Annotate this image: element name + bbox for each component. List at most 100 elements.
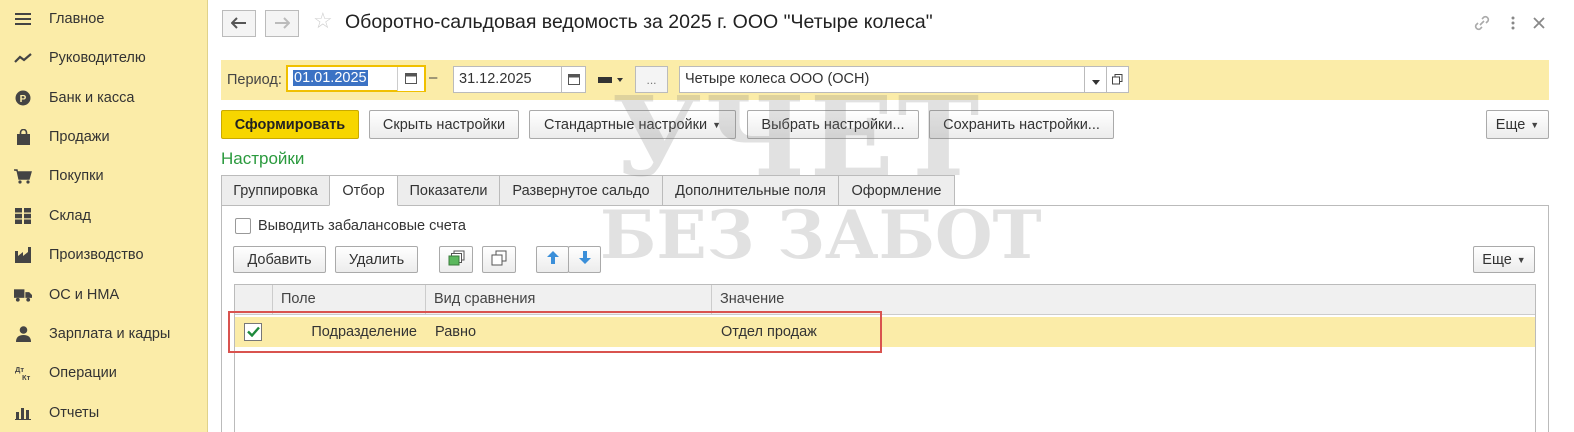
group-button[interactable] [439,246,473,273]
save-settings-label: Сохранить настройки... [943,116,1100,133]
open-window-icon [1112,72,1123,88]
arrow-down-icon [578,251,591,268]
svg-text:Р: Р [20,94,27,105]
column-header-value[interactable]: Значение [711,285,1535,315]
sidebar-item-bank[interactable]: Р Банк и касса [0,80,207,116]
calendar-icon [567,72,580,88]
sidebar-item-label: Продажи [49,129,110,145]
hide-settings-label: Скрыть настройки [382,116,506,133]
arrow-right-icon [274,16,291,32]
column-header-comparison[interactable]: Вид сравнения [425,285,711,315]
sidebar-item-label: Операции [49,365,117,381]
sidebar-item-fixed-assets[interactable]: ОС и НМА [0,277,207,313]
standard-settings-button[interactable]: Стандартные настройки ▼ [529,110,736,139]
tab-label: Группировка [233,182,318,199]
settings-title: Настройки [221,149,305,168]
period-type-dropdown[interactable] [591,66,631,93]
choose-settings-button[interactable]: Выбрать настройки... [747,110,919,139]
sidebar-item-payroll[interactable]: Зарплата и кадры [0,316,207,352]
more-label: Еще [1495,116,1526,133]
tab-filter[interactable]: Отбор [329,175,398,206]
sidebar-item-label: Главное [49,11,105,27]
organization-open-button[interactable] [1106,66,1129,93]
copy-button[interactable] [482,246,516,273]
favorite-star-icon[interactable]: ☆ [313,8,333,34]
tab-label: Дополнительные поля [675,182,826,199]
shopping-bag-icon [14,128,32,146]
sidebar-item-operations[interactable]: Дт Кт Операции [0,355,207,391]
period-select-button[interactable]: ... [635,66,668,93]
sidebar-item-production[interactable]: Производство [0,237,207,273]
more-vertical-icon[interactable] [1502,12,1524,34]
sidebar-item-sales[interactable]: Продажи [0,119,207,155]
sidebar-item-purchases[interactable]: Покупки [0,158,207,194]
move-down-button[interactable] [568,246,601,273]
link-icon[interactable] [1471,12,1493,34]
period-from-value: 01.01.2025 [293,70,368,86]
menu-lines-icon [14,10,32,28]
standard-settings-label: Стандартные настройки [543,116,708,133]
sidebar-item-label: Банк и касса [49,90,135,106]
delete-label: Удалить [348,251,405,268]
generate-button[interactable]: Сформировать [221,110,359,139]
period-select-label: ... [646,72,657,87]
truck-icon [14,286,32,304]
copy-icon [491,250,507,270]
row-value: Отдел продаж [721,324,817,340]
column-header-field[interactable]: Поле [272,285,425,315]
move-up-button[interactable] [536,246,569,273]
tab-label: Отбор [342,182,385,199]
organization-input[interactable]: Четыре колеса ООО (ОСН) [679,66,1085,93]
add-label: Добавить [247,251,312,268]
period-type-icon [598,72,624,88]
sidebar-item-label: Покупки [49,168,104,184]
sidebar-item-label: Руководителю [49,50,146,66]
period-bar: Период: 01.01.2025 – 31.12.2025 ... Четы… [221,60,1549,100]
organization-dropdown-button[interactable] [1084,66,1107,93]
delete-button[interactable]: Удалить [335,246,418,273]
more-button[interactable]: Еще ▼ [1486,110,1549,139]
group-icon [448,250,465,270]
coin-icon: Р [14,89,32,107]
tab-additional-fields[interactable]: Дополнительные поля [662,175,839,206]
calendar-from-button[interactable] [397,67,424,91]
sidebar-item-reports[interactable]: Отчеты [0,395,207,431]
page-title: Оборотно-сальдовая ведомость за 2025 г. … [345,11,933,33]
add-button[interactable]: Добавить [233,246,326,273]
hide-settings-button[interactable]: Скрыть настройки [369,110,519,139]
bar-chart-icon [14,404,32,422]
period-label: Период: [227,72,282,88]
filter-panel: Выводить забалансовые счета Добавить Уда… [221,205,1549,432]
offbalance-label: Выводить забалансовые счета [258,218,466,234]
table-row[interactable]: Подразделение Равно Отдел продаж [235,317,1535,347]
filter-more-button[interactable]: Еще ▼ [1473,246,1535,273]
arrow-left-icon [230,16,247,32]
tab-indicators[interactable]: Показатели [397,175,500,206]
arrow-up-icon [546,251,559,268]
forward-button[interactable] [265,10,299,37]
filter-more-label: Еще [1482,251,1512,268]
save-settings-button[interactable]: Сохранить настройки... [929,110,1114,139]
table-header: Поле Вид сравнения Значение [235,285,1535,315]
sidebar-item-main[interactable]: Главное [0,1,207,37]
tab-appearance[interactable]: Оформление [838,175,955,206]
factory-icon [14,246,32,264]
back-button[interactable] [222,10,256,37]
row-checkbox[interactable] [244,323,262,341]
period-to-value: 31.12.2025 [459,71,532,87]
sidebar-item-manager[interactable]: Руководителю [0,40,207,76]
chevron-down-icon: ▼ [712,119,721,130]
dt-kt-icon: Дт Кт [14,364,32,382]
sidebar-item-warehouse[interactable]: Склад [0,198,207,234]
calendar-to-button[interactable] [561,66,586,93]
trend-chart-icon [14,49,32,67]
tab-label: Показатели [409,182,488,199]
offbalance-checkbox[interactable] [235,218,251,234]
tab-label: Развернутое сальдо [512,182,650,199]
choose-settings-label: Выбрать настройки... [761,116,905,133]
tab-expanded-balance[interactable]: Развернутое сальдо [499,175,663,206]
organization-value: Четыре колеса ООО (ОСН) [685,71,870,87]
close-icon[interactable] [1528,12,1550,34]
cart-icon [14,167,32,185]
tab-grouping[interactable]: Группировка [221,175,330,206]
